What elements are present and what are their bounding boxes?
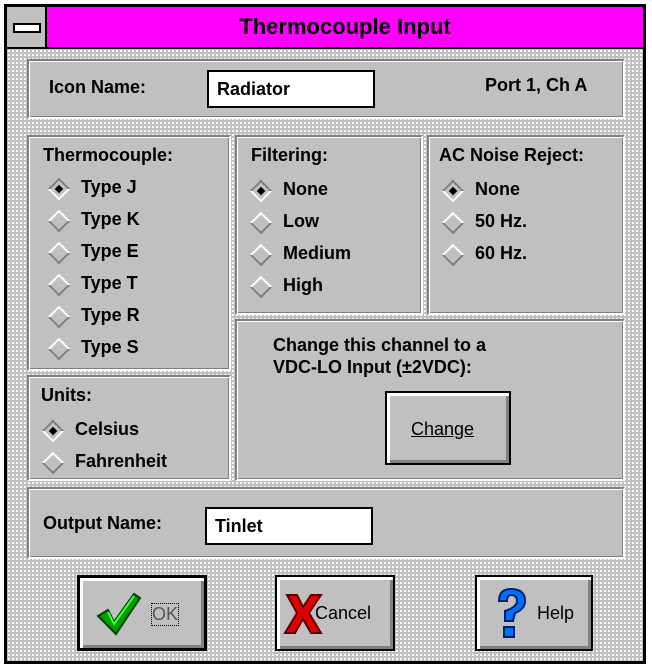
ac-noise-reject-label: AC Noise Reject:	[439, 145, 585, 165]
radio-icon	[47, 273, 71, 297]
ac-noise-reject-group: AC Noise Reject: None 50 Hz. 60 Hz.	[427, 135, 625, 315]
radio-icon	[441, 211, 465, 235]
question-mark-icon	[497, 587, 527, 638]
units-group: Units: Celsius Fahrenheit	[27, 375, 231, 481]
radio-selected-icon	[41, 419, 65, 443]
units-label: Units:	[41, 385, 92, 405]
output-name-label: Output Name:	[43, 513, 162, 533]
dialog-window: Thermocouple Input Icon Name: Radiator P…	[4, 4, 646, 664]
radio-icon	[441, 243, 465, 267]
radio-icon	[249, 243, 273, 267]
title-bar: Thermocouple Input	[7, 7, 643, 49]
system-menu-icon	[13, 23, 41, 33]
radio-icon	[41, 451, 65, 475]
window-title: Thermocouple Input	[239, 14, 451, 39]
system-menu-button[interactable]	[7, 7, 47, 47]
thermocouple-label: Thermocouple:	[43, 145, 174, 165]
icon-name-panel: Icon Name: Radiator Port 1, Ch A	[27, 59, 625, 119]
thermocouple-group: Thermocouple: Type J Type K Type E Type …	[27, 135, 231, 371]
radio-icon	[47, 305, 71, 329]
icon-name-label: Icon Name:	[49, 77, 147, 97]
dialog-client: Icon Name: Radiator Port 1, Ch A Thermoc…	[7, 49, 643, 661]
radio-selected-icon	[47, 177, 71, 201]
help-button[interactable]: Help	[475, 575, 593, 651]
filtering-label: Filtering:	[251, 145, 328, 165]
radio-icon	[249, 275, 273, 299]
port-channel-label: Port 1, Ch A	[485, 75, 588, 95]
change-channel-panel: Change this channel to a VDC-LO Input (±…	[235, 319, 625, 481]
radio-selected-icon	[441, 179, 465, 203]
radio-icon	[249, 211, 273, 235]
radio-icon	[47, 337, 71, 361]
output-name-input[interactable]: Tinlet	[205, 507, 373, 545]
change-button[interactable]: Change	[385, 391, 511, 465]
ok-button[interactable]: OK	[77, 575, 207, 651]
change-channel-text-line2: VDC-LO Input (±2VDC):	[273, 357, 472, 377]
output-name-panel: Output Name: Tinlet	[27, 487, 625, 559]
radio-icon	[47, 241, 71, 265]
icon-name-input[interactable]: Radiator	[207, 70, 375, 108]
radio-selected-icon	[249, 179, 273, 203]
change-channel-text-line1: Change this channel to a	[273, 335, 487, 355]
checkmark-icon	[96, 592, 142, 636]
radio-icon	[47, 209, 71, 233]
cancel-button[interactable]: Cancel	[275, 575, 395, 651]
filtering-group: Filtering: None Low Medium High	[235, 135, 423, 315]
